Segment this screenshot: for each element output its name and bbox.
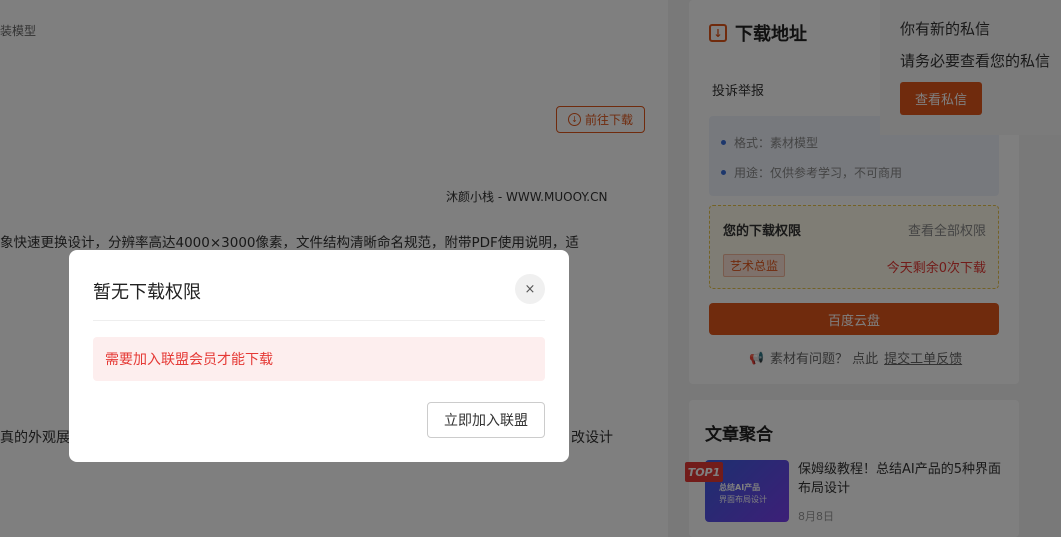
close-icon[interactable]: × [515, 274, 545, 304]
dialog-divider [93, 320, 545, 321]
join-alliance-button[interactable]: 立即加入联盟 [427, 402, 545, 438]
dialog-alert: 需要加入联盟会员才能下载 [93, 337, 545, 381]
dialog-title: 暂无下载权限 [93, 282, 201, 303]
no-permission-dialog: 暂无下载权限 × 需要加入联盟会员才能下载 立即加入联盟 [69, 250, 569, 462]
